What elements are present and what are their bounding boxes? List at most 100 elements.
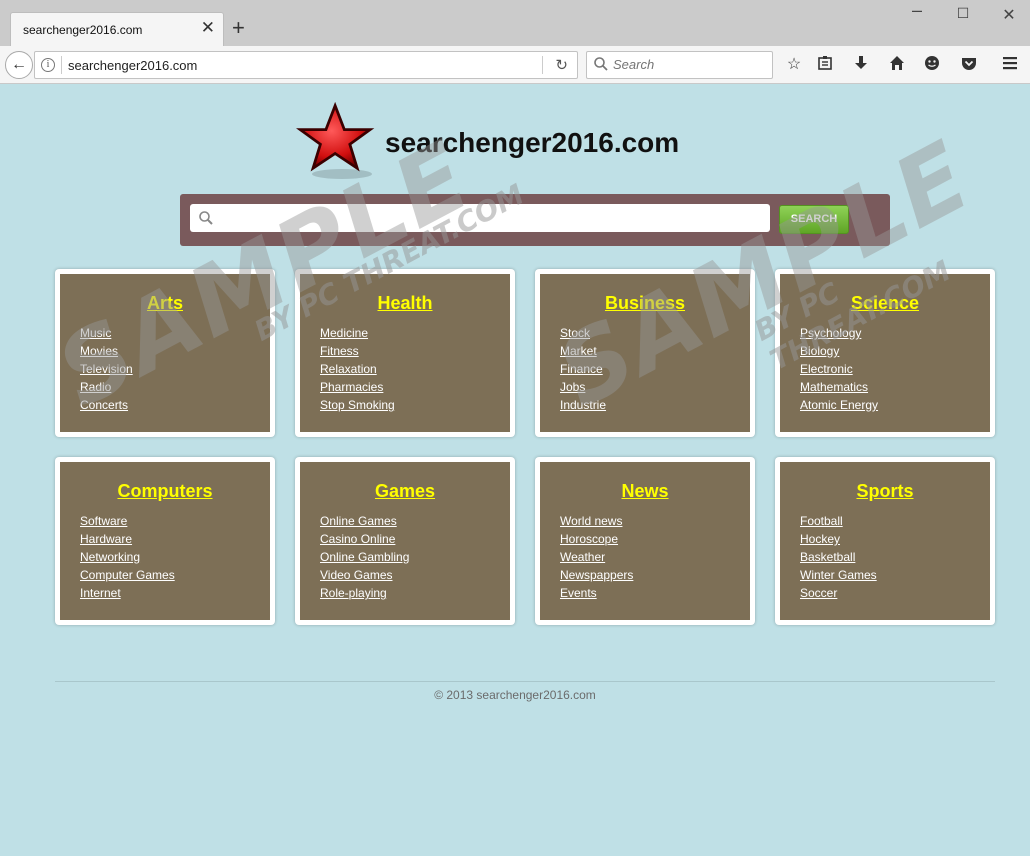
search-input[interactable] — [220, 210, 760, 225]
minimize-icon[interactable]: – — [902, 0, 932, 21]
category-link[interactable]: Soccer — [800, 584, 877, 602]
category-link[interactable]: Casino Online — [320, 530, 409, 548]
category-links: Football Hockey Basketball Winter Games … — [800, 512, 877, 602]
category-link[interactable]: Jobs — [560, 378, 606, 396]
bookmark-star-icon[interactable]: ☆ — [784, 55, 804, 75]
site-title: searchenger2016.com — [385, 127, 680, 158]
category-link[interactable]: Market — [560, 342, 606, 360]
card-inner: Business Stock Market Finance Jobs Indus… — [540, 274, 750, 432]
category-link[interactable]: Role-playing — [320, 584, 409, 602]
category-link[interactable]: Fitness — [320, 342, 395, 360]
category-link[interactable]: Movies — [80, 342, 133, 360]
card-inner: Games Online Games Casino Online Online … — [300, 462, 510, 620]
category-card-business: Business Stock Market Finance Jobs Indus… — [535, 269, 755, 437]
category-link[interactable]: Mathematics — [800, 378, 878, 396]
category-link[interactable]: Online Games — [320, 512, 409, 530]
category-link[interactable]: Biology — [800, 342, 878, 360]
category-links: Software Hardware Networking Computer Ga… — [80, 512, 175, 602]
search-box[interactable] — [190, 204, 770, 232]
browser-search-input[interactable] — [613, 57, 763, 72]
pocket-icon[interactable] — [959, 55, 979, 75]
category-link[interactable]: Software — [80, 512, 175, 530]
info-icon[interactable]: i — [41, 58, 55, 72]
category-link[interactable]: Winter Games — [800, 566, 877, 584]
browser-titlebar: searchenger2016.com ✕ + – ☐ ✕ — [0, 0, 1030, 46]
footer-copyright: © 2013 searchenger2016.com — [434, 688, 596, 702]
category-card-computers: Computers Software Hardware Networking C… — [55, 457, 275, 625]
category-title[interactable]: Arts — [60, 293, 270, 314]
category-link[interactable]: Computer Games — [80, 566, 175, 584]
smiley-icon[interactable] — [922, 55, 942, 75]
card-inner: Computers Software Hardware Networking C… — [60, 462, 270, 620]
card-inner: News World news Horoscope Weather Newspa… — [540, 462, 750, 620]
category-title[interactable]: Computers — [60, 481, 270, 502]
category-links: Medicine Fitness Relaxation Pharmacies S… — [320, 324, 395, 414]
category-link[interactable]: Psychology — [800, 324, 878, 342]
search-icon — [199, 211, 213, 225]
browser-tab[interactable]: searchenger2016.com ✕ — [10, 12, 224, 46]
category-links: Music Movies Television Radio Concerts — [80, 324, 133, 414]
category-link[interactable]: Events — [560, 584, 633, 602]
category-link[interactable]: Industrie — [560, 396, 606, 414]
category-link[interactable]: Relaxation — [320, 360, 395, 378]
category-link[interactable]: Finance — [560, 360, 606, 378]
search-button[interactable]: SEARCH — [779, 205, 849, 234]
window-close-icon[interactable]: ✕ — [994, 5, 1024, 25]
category-link[interactable]: Medicine — [320, 324, 395, 342]
search-panel: SEARCH — [180, 194, 890, 246]
menu-hamburger-icon[interactable] — [1000, 55, 1020, 75]
category-link[interactable]: Newspappers — [560, 566, 633, 584]
category-link[interactable]: Electronic — [800, 360, 878, 378]
category-links: Stock Market Finance Jobs Industrie — [560, 324, 606, 414]
footer-divider — [55, 681, 995, 682]
category-card-games: Games Online Games Casino Online Online … — [295, 457, 515, 625]
category-link[interactable]: Radio — [80, 378, 133, 396]
search-icon — [594, 57, 608, 71]
home-icon[interactable] — [887, 55, 907, 75]
category-title[interactable]: Health — [300, 293, 510, 314]
category-link[interactable]: Basketball — [800, 548, 877, 566]
category-title[interactable]: Games — [300, 481, 510, 502]
category-link[interactable]: Concerts — [80, 396, 133, 414]
red-star-logo — [296, 102, 375, 179]
category-link[interactable]: Atomic Energy — [800, 396, 878, 414]
tab-title: searchenger2016.com — [23, 23, 143, 37]
category-link[interactable]: Horoscope — [560, 530, 633, 548]
download-icon[interactable] — [851, 55, 871, 75]
category-link[interactable]: Pharmacies — [320, 378, 395, 396]
category-link[interactable]: Hockey — [800, 530, 877, 548]
category-card-sports: Sports Football Hockey Basketball Winter… — [775, 457, 995, 625]
url-text[interactable]: searchenger2016.com — [68, 58, 197, 73]
category-link[interactable]: Internet — [80, 584, 175, 602]
reload-icon[interactable]: ↻ — [555, 56, 568, 74]
category-title[interactable]: News — [540, 481, 750, 502]
category-links: Online Games Casino Online Online Gambli… — [320, 512, 409, 602]
category-link[interactable]: Video Games — [320, 566, 409, 584]
browser-navbar: ← i searchenger2016.com ↻ ☆ — [0, 46, 1030, 84]
category-link[interactable]: Music — [80, 324, 133, 342]
category-card-science: Science Psychology Biology Electronic Ma… — [775, 269, 995, 437]
category-title[interactable]: Science — [780, 293, 990, 314]
tab-close-icon[interactable]: ✕ — [201, 19, 215, 37]
reading-list-icon[interactable] — [815, 55, 835, 75]
category-link[interactable]: Television — [80, 360, 133, 378]
category-link[interactable]: Online Gambling — [320, 548, 409, 566]
browser-search-bar[interactable] — [586, 51, 773, 79]
url-bar[interactable]: i searchenger2016.com ↻ — [34, 51, 578, 79]
category-link[interactable]: Stock — [560, 324, 606, 342]
category-link[interactable]: Football — [800, 512, 877, 530]
category-links: Psychology Biology Electronic Mathematic… — [800, 324, 878, 414]
category-link[interactable]: Stop Smoking — [320, 396, 395, 414]
back-arrow-icon[interactable]: ← — [5, 51, 33, 79]
category-link[interactable]: Weather — [560, 548, 633, 566]
category-link[interactable]: Networking — [80, 548, 175, 566]
category-links: World news Horoscope Weather Newspappers… — [560, 512, 633, 602]
card-inner: Health Medicine Fitness Relaxation Pharm… — [300, 274, 510, 432]
category-link[interactable]: Hardware — [80, 530, 175, 548]
card-inner: Sports Football Hockey Basketball Winter… — [780, 462, 990, 620]
category-link[interactable]: World news — [560, 512, 633, 530]
category-title[interactable]: Business — [540, 293, 750, 314]
new-tab-icon[interactable]: + — [232, 17, 245, 39]
category-title[interactable]: Sports — [780, 481, 990, 502]
maximize-icon[interactable]: ☐ — [948, 5, 978, 22]
